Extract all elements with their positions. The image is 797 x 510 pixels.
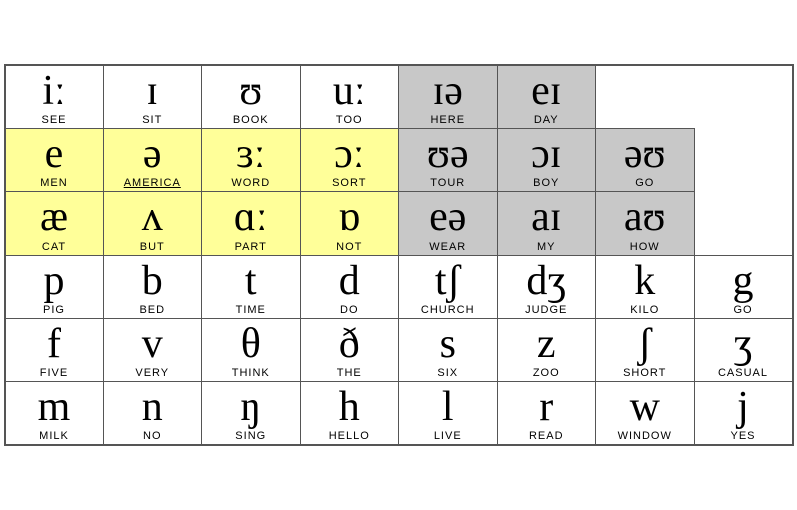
ipa-cell: ɪSIT — [103, 65, 202, 129]
ipa-cell: əAMERICA — [103, 129, 202, 192]
ipa-cell: ʒCASUAL — [694, 318, 793, 381]
ipa-cell: eəWEAR — [399, 192, 498, 255]
ipa-cell: æCAT — [5, 192, 104, 255]
ipa-cell: iːSEE — [5, 65, 104, 129]
ipa-symbol: ʒ — [699, 321, 788, 367]
ipa-symbol: m — [10, 384, 99, 430]
ipa-symbol: θ — [206, 321, 296, 367]
ipa-cell: kKILO — [596, 255, 695, 318]
ipa-symbol: z — [502, 321, 592, 367]
ipa-symbol: ŋ — [206, 384, 296, 430]
ipa-cell: rREAD — [497, 381, 596, 445]
ipa-word: CASUAL — [699, 367, 788, 379]
ipa-word: FIVE — [10, 367, 99, 379]
ipa-word: THINK — [206, 367, 296, 379]
ipa-word: SHORT — [600, 367, 690, 379]
ipa-word: WINDOW — [600, 430, 690, 442]
ipa-symbol: ð — [305, 321, 395, 367]
ipa-word: TIME — [206, 304, 296, 316]
ipa-word: KILO — [600, 304, 690, 316]
ipa-cell: tʃCHURCH — [399, 255, 498, 318]
ipa-cell: vVERY — [103, 318, 202, 381]
ipa-symbol: tʃ — [403, 258, 493, 304]
ipa-symbol: l — [403, 384, 493, 430]
ipa-cell: ɔɪBOY — [497, 129, 596, 192]
ipa-symbol: ʃ — [600, 321, 690, 367]
ipa-symbol: d — [305, 258, 395, 304]
ipa-word: READ — [502, 430, 592, 442]
ipa-word: YES — [699, 430, 788, 442]
ipa-symbol: n — [108, 384, 198, 430]
ipa-cell: eɪDAY — [497, 65, 596, 129]
ipa-cell: tTIME — [202, 255, 301, 318]
ipa-symbol: r — [502, 384, 592, 430]
ipa-cell: fFIVE — [5, 318, 104, 381]
ipa-word: LIVE — [403, 430, 493, 442]
ipa-cell: aʊHOW — [596, 192, 695, 255]
ipa-word: MILK — [10, 430, 99, 442]
ipa-symbol: b — [108, 258, 198, 304]
ipa-symbol: v — [108, 321, 198, 367]
ipa-cell: jYES — [694, 381, 793, 445]
ipa-cell: zZOO — [497, 318, 596, 381]
ipa-cell: bBED — [103, 255, 202, 318]
ipa-cell: ɪəHERE — [399, 65, 498, 129]
ipa-cell: dDO — [300, 255, 399, 318]
ipa-chart: iːSEEɪSITʊBOOKuːTOOɪəHEREeɪDAY eMENəAMERI… — [4, 64, 794, 446]
ipa-word: SIX — [403, 367, 493, 379]
ipa-symbol: t — [206, 258, 296, 304]
ipa-word: BED — [108, 304, 198, 316]
ipa-cell: ðTHE — [300, 318, 399, 381]
ipa-word: GO — [699, 304, 788, 316]
ipa-symbol: dʒ — [502, 258, 592, 304]
ipa-cell: dʒJUDGE — [497, 255, 596, 318]
ipa-cell: nNO — [103, 381, 202, 445]
ipa-cell: ʊəTOUR — [399, 129, 498, 192]
ipa-cell: əʊGO — [596, 129, 695, 192]
ipa-cell: aɪMY — [497, 192, 596, 255]
ipa-cell: ɒNOT — [300, 192, 399, 255]
ipa-cell: ŋSING — [202, 381, 301, 445]
ipa-word: CHURCH — [403, 304, 493, 316]
ipa-word: SING — [206, 430, 296, 442]
ipa-word: DO — [305, 304, 395, 316]
ipa-word: ZOO — [502, 367, 592, 379]
ipa-symbol: k — [600, 258, 690, 304]
ipa-symbol: j — [699, 384, 788, 430]
ipa-cell: eMEN — [5, 129, 104, 192]
ipa-cell: sSIX — [399, 318, 498, 381]
ipa-cell: wWINDOW — [596, 381, 695, 445]
ipa-cell: ʃSHORT — [596, 318, 695, 381]
ipa-word: NO — [108, 430, 198, 442]
ipa-cell: lLIVE — [399, 381, 498, 445]
ipa-cell: uːTOO — [300, 65, 399, 129]
ipa-word: PIG — [10, 304, 99, 316]
ipa-word: VERY — [108, 367, 198, 379]
ipa-cell: ɔːSORT — [300, 129, 399, 192]
ipa-cell: θTHINK — [202, 318, 301, 381]
ipa-cell: mMILK — [5, 381, 104, 445]
ipa-cell: ʌBUT — [103, 192, 202, 255]
ipa-word: HELLO — [305, 430, 395, 442]
ipa-cell: pPIG — [5, 255, 104, 318]
ipa-symbol: s — [403, 321, 493, 367]
ipa-symbol: g — [699, 258, 788, 304]
ipa-symbol: f — [10, 321, 99, 367]
ipa-cell: ʊBOOK — [202, 65, 301, 129]
ipa-word: THE — [305, 367, 395, 379]
ipa-symbol: h — [305, 384, 395, 430]
ipa-cell: ɜːWORD — [202, 129, 301, 192]
ipa-cell: ɑːPART — [202, 192, 301, 255]
ipa-cell: hHELLO — [300, 381, 399, 445]
ipa-symbol: w — [600, 384, 690, 430]
ipa-cell: gGO — [694, 255, 793, 318]
ipa-symbol: p — [10, 258, 99, 304]
ipa-word: JUDGE — [502, 304, 592, 316]
